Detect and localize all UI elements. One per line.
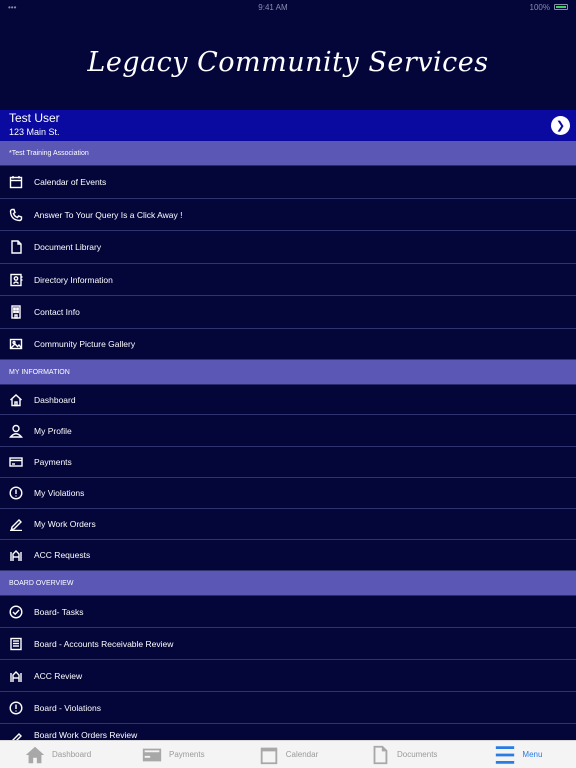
alert-icon xyxy=(8,700,24,716)
menu-item-directory[interactable]: Directory Information xyxy=(0,264,576,296)
home-icon xyxy=(25,746,45,763)
menu-item-board-accounts-receivable[interactable]: Board - Accounts Receivable Review xyxy=(0,628,576,660)
user-name: Test User xyxy=(9,111,60,125)
document-icon xyxy=(8,239,24,255)
acc-icon xyxy=(8,668,24,684)
menu-item-board-tasks[interactable]: Board- Tasks xyxy=(0,596,576,628)
brand-title: Legacy Community Services xyxy=(87,46,489,78)
menu-item-document-library[interactable]: Document Library xyxy=(0,231,576,264)
menu-item-my-profile[interactable]: My Profile xyxy=(0,415,576,447)
menu-item-board-violations[interactable]: Board - Violations xyxy=(0,692,576,724)
status-signal: ••• xyxy=(8,2,17,12)
ledger-icon xyxy=(8,636,24,652)
phone-icon xyxy=(8,207,24,223)
image-icon xyxy=(8,336,24,352)
menu-item-my-work-orders[interactable]: My Work Orders xyxy=(0,509,576,540)
menu-item-label: ACC Review xyxy=(34,670,83,681)
battery-text: 100% xyxy=(529,2,550,12)
home-icon xyxy=(8,392,24,408)
menu-item-board-work-orders[interactable]: Board Work Orders Review xyxy=(0,724,576,740)
tab-label: Dashboard xyxy=(52,750,92,759)
tab-calendar[interactable]: Calendar xyxy=(230,744,345,766)
tab-label: Documents xyxy=(396,750,438,759)
building-icon xyxy=(8,304,24,320)
user-address: 123 Main St. xyxy=(9,127,60,137)
tab-dashboard[interactable]: Dashboard xyxy=(0,744,115,766)
status-right: 100% xyxy=(530,3,568,12)
side-menu: *Test Training Association Calendar of E… xyxy=(0,141,576,740)
menu-item-label: Board - Accounts Receivable Review xyxy=(34,638,174,649)
menu-item-label: ACC Requests xyxy=(34,550,91,560)
menu-item-label: Board - Violations xyxy=(34,702,101,713)
tab-payments[interactable]: Payments xyxy=(115,744,230,766)
menu-item-acc-requests[interactable]: ACC Requests xyxy=(0,540,576,571)
person-icon xyxy=(8,423,24,439)
acc-icon xyxy=(8,547,24,563)
calendar-icon xyxy=(260,747,278,764)
battery-icon xyxy=(553,4,568,10)
pen-icon xyxy=(8,516,24,532)
calendar-icon xyxy=(8,174,24,190)
tab-documents[interactable]: Documents xyxy=(346,744,461,766)
menu-item-label: Board Work Orders Review xyxy=(34,730,138,740)
menu-item-label: My Profile xyxy=(34,425,72,436)
tab-label: Payments xyxy=(169,750,205,759)
pen-icon xyxy=(8,730,24,740)
menu-item-payments[interactable]: Payments xyxy=(0,447,576,478)
menu-item-picture-gallery[interactable]: Community Picture Gallery xyxy=(0,329,576,360)
menu-item-dashboard[interactable]: Dashboard xyxy=(0,385,576,415)
document-icon xyxy=(373,745,388,764)
section-header-association: *Test Training Association xyxy=(0,141,576,166)
tab-label: Menu xyxy=(522,750,543,759)
status-time: 9:41 AM xyxy=(258,2,288,12)
app-header: Legacy Community Services xyxy=(0,14,576,110)
menu-item-label: My Violations xyxy=(34,488,85,498)
section-header-board-overview: BOARD OVERVIEW xyxy=(0,571,576,596)
menu-item-calendar[interactable]: Calendar of Events xyxy=(0,166,576,199)
menu-item-answer-query[interactable]: Answer To Your Query Is a Click Away ! xyxy=(0,199,576,231)
card-icon xyxy=(8,454,24,470)
menu-item-label: Directory Information xyxy=(34,274,113,285)
menu-item-label: Document Library xyxy=(34,242,102,252)
tab-menu[interactable]: Menu xyxy=(461,744,576,766)
chevron-right-icon[interactable]: ❯ xyxy=(551,116,570,135)
menu-item-acc-review[interactable]: ACC Review xyxy=(0,660,576,692)
menu-item-label: Payments xyxy=(34,457,72,467)
contact-card-icon xyxy=(8,272,24,288)
check-circle-icon xyxy=(8,604,24,620)
menu-item-contact-info[interactable]: Contact Info xyxy=(0,296,576,329)
card-icon xyxy=(142,748,162,761)
menu-item-label: Calendar of Events xyxy=(34,177,107,187)
user-card[interactable]: Test User 123 Main St. ❯ xyxy=(0,110,576,141)
menu-item-label: Answer To Your Query Is a Click Away ! xyxy=(34,209,183,220)
menu-item-label: Contact Info xyxy=(34,307,80,317)
alert-icon xyxy=(8,485,24,501)
menu-item-label: Dashboard xyxy=(34,394,76,405)
menu-item-label: Board- Tasks xyxy=(34,606,84,617)
status-bar: ••• 9:41 AM 100% xyxy=(0,0,576,14)
menu-item-label: Community Picture Gallery xyxy=(34,339,136,349)
tab-label: Calendar xyxy=(285,750,319,759)
menu-item-label: My Work Orders xyxy=(34,519,96,529)
menu-item-my-violations[interactable]: My Violations xyxy=(0,478,576,509)
menu-icon xyxy=(496,745,515,764)
tab-bar: Dashboard Payments Calendar Documents Me… xyxy=(0,740,576,768)
section-header-my-information: MY INFORMATION xyxy=(0,360,576,385)
